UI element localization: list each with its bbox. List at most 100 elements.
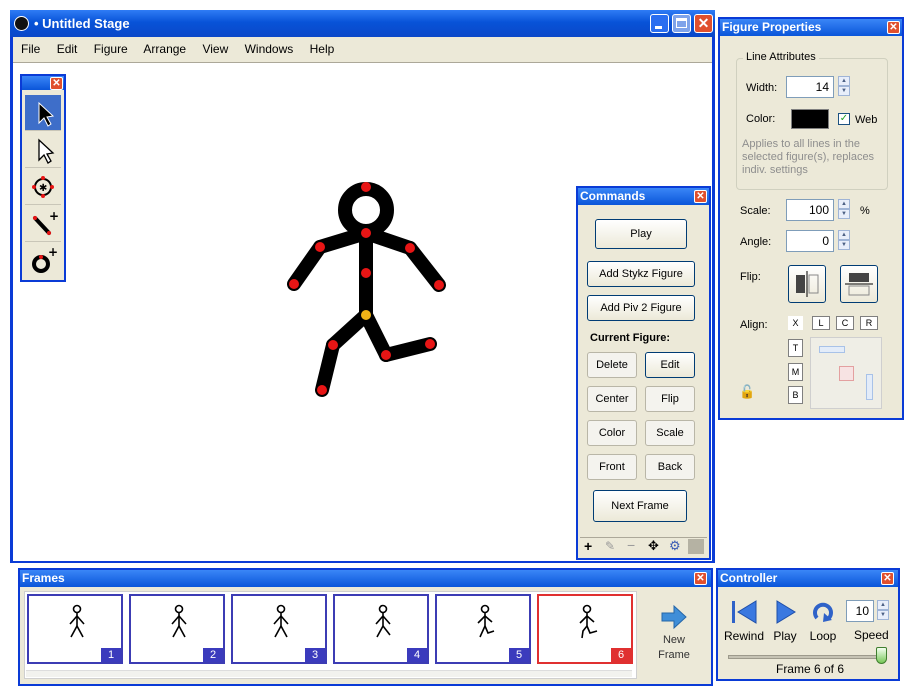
controller-play-button[interactable]: Play: [768, 598, 802, 643]
joint-dot: [405, 243, 415, 253]
scale-stepper[interactable]: ▲ ▼: [838, 199, 850, 219]
frame-thumbnail[interactable]: 5: [435, 594, 531, 664]
joint-dot: [361, 268, 371, 278]
minus-icon[interactable]: −: [627, 537, 635, 553]
new-frame-label: New Frame: [658, 634, 690, 661]
frame-thumbnail[interactable]: 3: [231, 594, 327, 664]
maximize-button[interactable]: [672, 14, 691, 33]
close-button[interactable]: ✕: [694, 14, 713, 33]
commands-title: Commands: [580, 189, 646, 203]
commands-title-bar[interactable]: Commands: [578, 188, 709, 205]
scale-field[interactable]: 100: [786, 199, 834, 221]
properties-title-bar[interactable]: Figure Properties: [720, 19, 902, 36]
commands-close-icon[interactable]: ✕: [694, 190, 707, 203]
minimize-button[interactable]: [650, 14, 669, 33]
frame-number: 4: [407, 648, 427, 662]
scale-button[interactable]: Scale: [645, 420, 695, 446]
flip-button[interactable]: Flip: [645, 386, 695, 412]
maximize-icon: [676, 18, 687, 28]
frames-title-bar[interactable]: Frames: [20, 570, 711, 587]
menu-view[interactable]: View: [202, 42, 228, 56]
add-circle-point-icon: ✱: [32, 176, 54, 198]
speed-stepper[interactable]: ▲ ▼: [877, 600, 889, 620]
current-figure-label: Current Figure:: [590, 332, 671, 344]
properties-close-icon[interactable]: ✕: [887, 21, 900, 34]
add-circle-point-tool[interactable]: ✱: [25, 169, 61, 205]
direct-select-tool[interactable]: [25, 132, 61, 168]
frame-number: 1: [101, 648, 121, 662]
move-icon[interactable]: ✥: [648, 538, 659, 554]
align-middle-button[interactable]: M: [788, 363, 803, 381]
controller-play-label: Play: [773, 629, 797, 643]
main-title-bar[interactable]: • Untitled Stage ✕: [10, 10, 715, 37]
add-stykz-figure-button[interactable]: Add Stykz Figure: [587, 261, 695, 287]
width-field[interactable]: 14: [786, 76, 834, 98]
front-button[interactable]: Front: [587, 454, 637, 480]
flip-horizontal-button[interactable]: [788, 265, 826, 303]
speed-label: Speed: [854, 628, 889, 642]
menu-figure[interactable]: Figure: [94, 42, 128, 56]
add-line-tool[interactable]: +: [25, 206, 61, 242]
commands-palette: Commands ✕ Play Add Stykz Figure Add Piv…: [576, 186, 711, 560]
play-button[interactable]: Play: [595, 219, 687, 249]
angle-stepper[interactable]: ▲ ▼: [838, 230, 850, 250]
frame-thumbnail[interactable]: 4: [333, 594, 429, 664]
tool-palette-close-icon[interactable]: ✕: [50, 77, 63, 90]
add-icon[interactable]: +: [584, 538, 592, 554]
flip-vertical-button[interactable]: [840, 265, 878, 303]
edit-button[interactable]: Edit: [645, 352, 695, 378]
pencil-icon[interactable]: ✎: [605, 539, 615, 553]
menu-help[interactable]: Help: [310, 42, 335, 56]
delete-button[interactable]: Delete: [587, 352, 637, 378]
new-frame-button[interactable]: New Frame: [642, 604, 706, 666]
down-arrow-icon: ▼: [838, 240, 850, 250]
flip-label: Flip:: [740, 271, 761, 283]
menu-edit[interactable]: Edit: [57, 42, 78, 56]
align-x-button[interactable]: X: [788, 316, 803, 330]
angle-label: Angle:: [740, 236, 772, 248]
width-stepper[interactable]: ▲ ▼: [838, 76, 850, 96]
loop-button[interactable]: Loop: [806, 598, 840, 643]
frame-slider-track[interactable]: [728, 655, 880, 659]
angle-field[interactable]: 0: [786, 230, 834, 252]
center-button[interactable]: Center: [587, 386, 637, 412]
frame-status: Frame 6 of 6: [775, 662, 845, 676]
frames-close-icon[interactable]: ✕: [694, 572, 707, 585]
menu-arrange[interactable]: Arrange: [143, 42, 186, 56]
right-arrow-icon: [661, 604, 687, 630]
stick-figure-thumbnail: [579, 604, 598, 639]
controller-close-icon[interactable]: ✕: [881, 572, 894, 585]
menu-windows[interactable]: Windows: [245, 42, 294, 56]
color-button[interactable]: Color: [587, 420, 637, 446]
back-button[interactable]: Back: [645, 454, 695, 480]
menu-file[interactable]: File: [21, 42, 40, 56]
play-icon: [776, 600, 796, 624]
lock-icon[interactable]: 🔓: [739, 384, 755, 400]
joint-dot: [317, 385, 327, 395]
rewind-button[interactable]: Rewind: [724, 598, 764, 643]
select-tool[interactable]: [25, 95, 61, 131]
color-swatch[interactable]: [791, 109, 829, 129]
web-checkbox[interactable]: ✓: [838, 113, 850, 125]
align-bottom-button[interactable]: B: [788, 386, 803, 404]
joint-dot: [381, 350, 391, 360]
line-attributes-label: Line Attributes: [743, 51, 819, 63]
frame-thumbnail-active[interactable]: 6: [537, 594, 633, 664]
add-piv2-figure-button[interactable]: Add Piv 2 Figure: [587, 295, 695, 321]
frame-thumbnail[interactable]: 1: [27, 594, 123, 664]
add-circle-tool[interactable]: +: [25, 243, 61, 279]
close-icon: ✕: [697, 15, 710, 31]
frame-thumbnail[interactable]: 2: [129, 594, 225, 664]
preview-bar-right: [866, 374, 873, 400]
frames-scrollbar[interactable]: [26, 670, 632, 677]
next-frame-button[interactable]: Next Frame: [593, 490, 687, 522]
up-arrow-icon: ▲: [838, 230, 850, 240]
align-left-button[interactable]: L: [812, 316, 830, 330]
settings-gear-icon[interactable]: ⚙: [669, 538, 681, 554]
svg-text:+: +: [49, 209, 59, 223]
align-right-button[interactable]: R: [860, 316, 878, 330]
controller-title-bar[interactable]: Controller: [718, 570, 898, 587]
align-center-button[interactable]: C: [836, 316, 854, 330]
align-top-button[interactable]: T: [788, 339, 803, 357]
speed-field[interactable]: 10: [846, 600, 874, 622]
